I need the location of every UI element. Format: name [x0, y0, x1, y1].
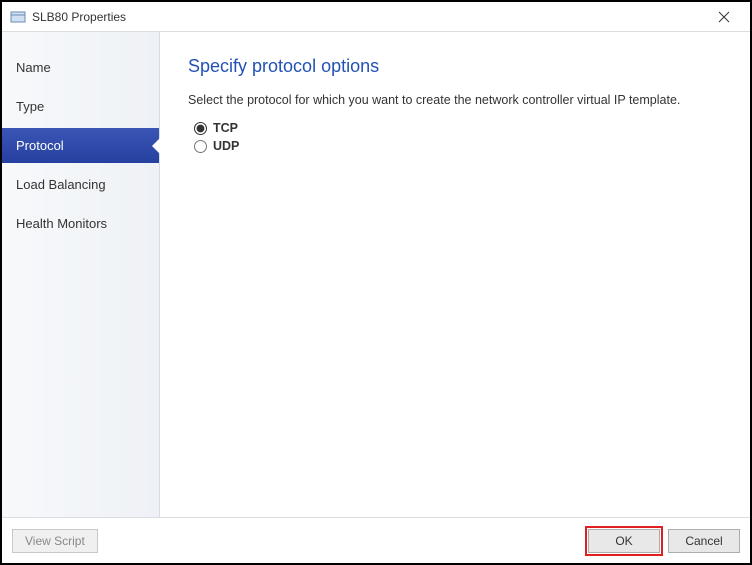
sidebar-item-label: Type — [16, 99, 44, 114]
dialog-footer: View Script OK Cancel — [2, 517, 750, 563]
cancel-button[interactable]: Cancel — [668, 529, 740, 553]
radio-option-udp[interactable]: UDP — [188, 137, 722, 155]
view-script-button[interactable]: View Script — [12, 529, 98, 553]
sidebar: Name Type Protocol Load Balancing Health… — [2, 32, 160, 517]
dialog-body: Name Type Protocol Load Balancing Health… — [2, 32, 750, 517]
radio-udp-input[interactable] — [194, 140, 207, 153]
sidebar-item-label: Load Balancing — [16, 177, 106, 192]
ok-button[interactable]: OK — [588, 529, 660, 553]
app-icon — [10, 9, 26, 25]
sidebar-item-label: Health Monitors — [16, 216, 107, 231]
page-heading: Specify protocol options — [188, 56, 722, 77]
close-button[interactable] — [704, 3, 744, 31]
sidebar-item-load-balancing[interactable]: Load Balancing — [2, 167, 159, 202]
sidebar-item-health-monitors[interactable]: Health Monitors — [2, 206, 159, 241]
content-panel: Specify protocol options Select the prot… — [160, 32, 750, 517]
page-description: Select the protocol for which you want t… — [188, 93, 722, 107]
sidebar-item-name[interactable]: Name — [2, 50, 159, 85]
titlebar: SLB80 Properties — [2, 2, 750, 32]
radio-tcp-label[interactable]: TCP — [213, 121, 238, 135]
radio-option-tcp[interactable]: TCP — [188, 119, 722, 137]
sidebar-item-label: Protocol — [16, 138, 64, 153]
sidebar-item-label: Name — [16, 60, 51, 75]
dialog-window: SLB80 Properties Name Type Protocol Load… — [0, 0, 752, 565]
close-icon — [718, 11, 730, 23]
sidebar-item-type[interactable]: Type — [2, 89, 159, 124]
window-title: SLB80 Properties — [32, 10, 704, 24]
radio-tcp-input[interactable] — [194, 122, 207, 135]
sidebar-item-protocol[interactable]: Protocol — [2, 128, 159, 163]
radio-udp-label[interactable]: UDP — [213, 139, 239, 153]
